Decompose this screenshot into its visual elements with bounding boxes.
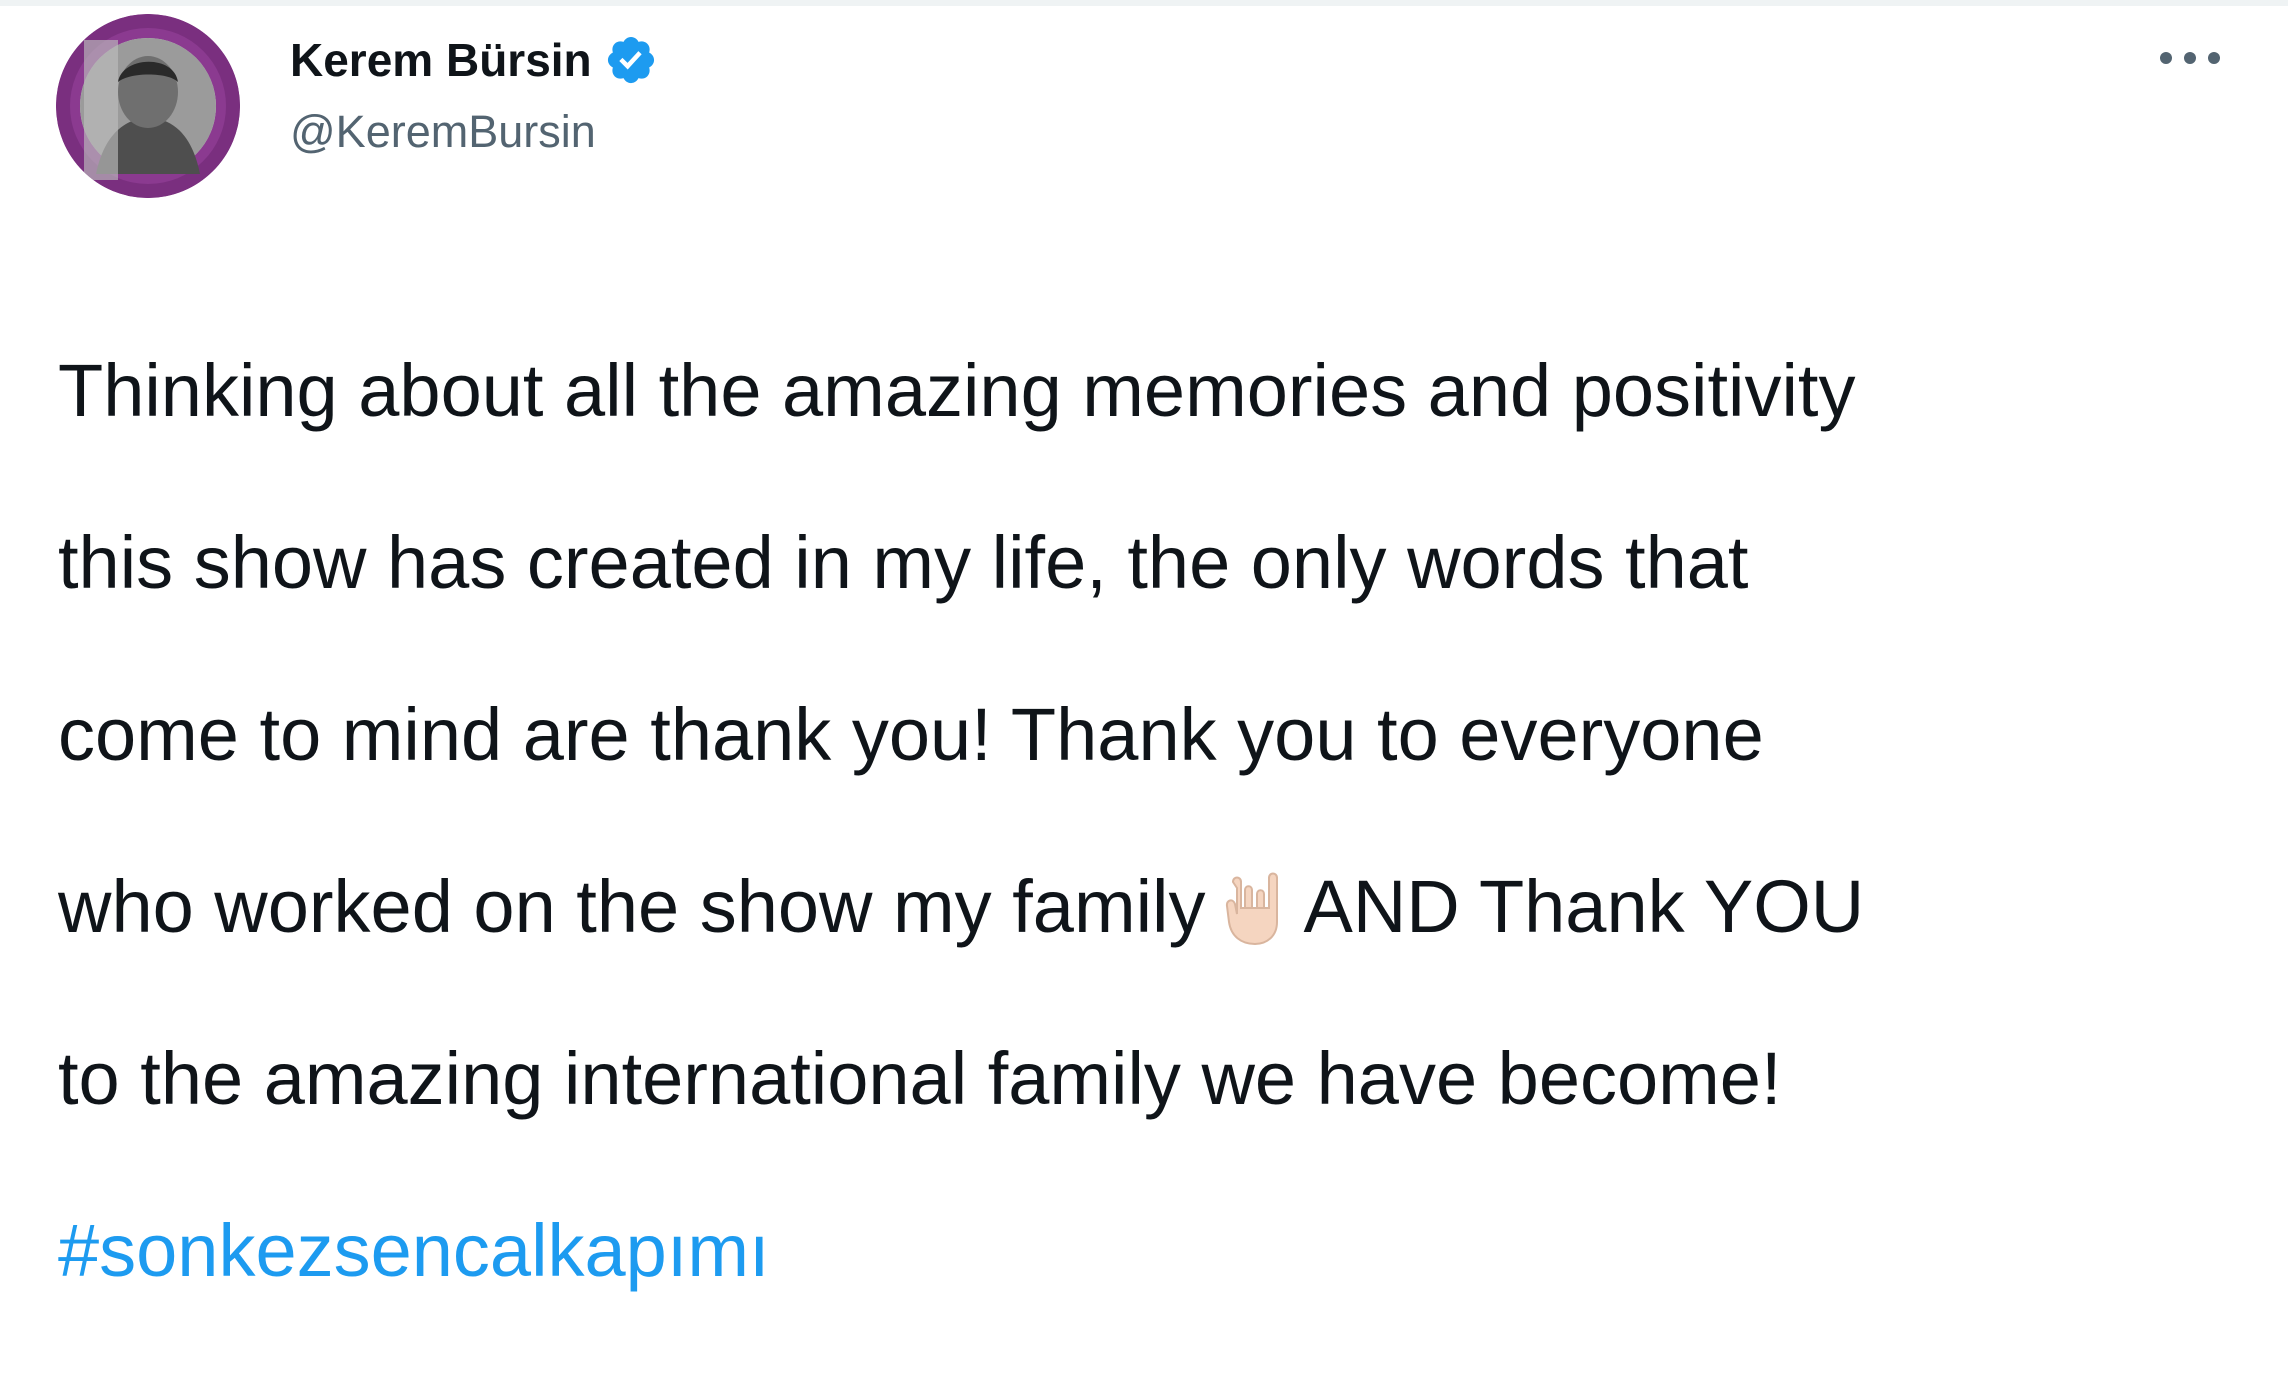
tweet-text-segment: AND Thank YOU <box>1303 865 1865 948</box>
avatar-image <box>56 14 240 198</box>
more-options-button[interactable] <box>2150 38 2230 78</box>
rock-on-hand-emoji <box>1226 872 1279 946</box>
tweet-text-line-with-emoji: who worked on the show my family AND Tha… <box>58 864 2248 950</box>
more-horizontal-icon <box>2160 52 2220 64</box>
hashtag-link[interactable]: #sonkezsencalkapımı <box>58 1208 770 1294</box>
tweet-card: Kerem Bürsin @KeremBursin Thinking about… <box>0 0 2288 1292</box>
author-name-row: Kerem Bürsin <box>290 30 658 90</box>
tweet-text-line: this show has created in my life, the on… <box>58 521 1749 604</box>
tweet-text-line: to the amazing international family we h… <box>58 1037 1782 1120</box>
author-handle[interactable]: @KeremBursin <box>290 106 596 158</box>
verified-badge-icon <box>607 36 654 84</box>
top-divider <box>0 0 2288 6</box>
author-display-name[interactable]: Kerem Bürsin <box>290 33 592 87</box>
tweet-text-line: come to mind are thank you! Thank you to… <box>58 693 1764 776</box>
tweet-text-segment: who worked on the show my family <box>58 865 1206 948</box>
tweet-text-line: Thinking about all the amazing memories … <box>58 349 1856 432</box>
profile-avatar[interactable] <box>56 14 240 198</box>
tweet-text: Thinking about all the amazing memories … <box>58 262 2248 1380</box>
